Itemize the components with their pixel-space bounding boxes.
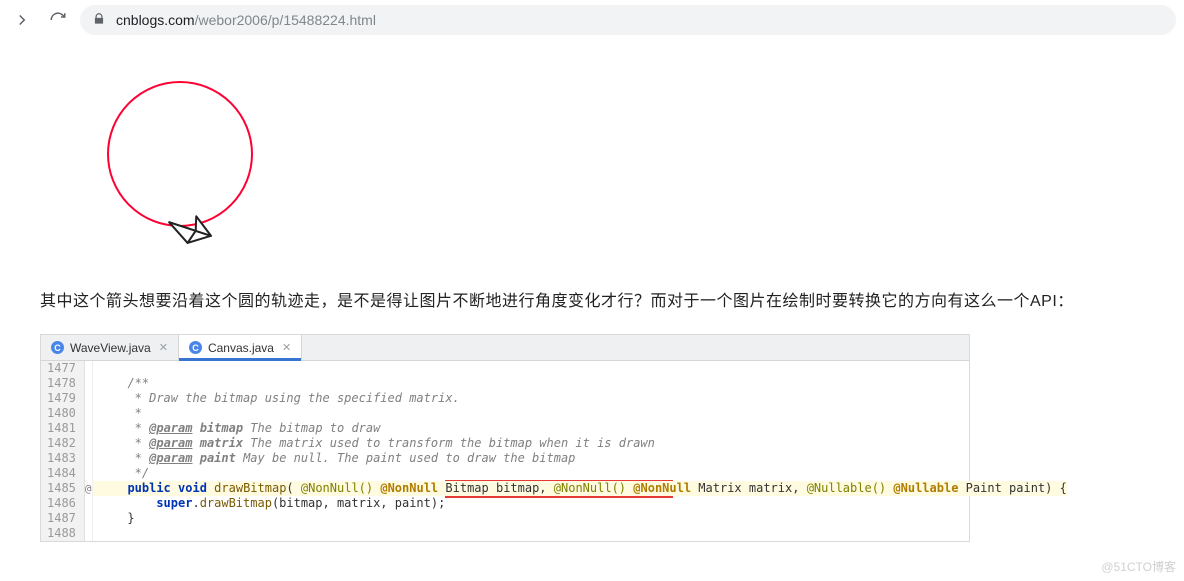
- forward-button[interactable]: [8, 6, 36, 34]
- url-path: /webor2006/p/15488224.html: [195, 12, 376, 28]
- close-icon[interactable]: ✕: [159, 341, 168, 354]
- watermark: @51CTO博客: [1101, 558, 1176, 575]
- tab-waveview[interactable]: C WaveView.java ✕: [41, 335, 179, 360]
- code-line: super.drawBitmap(bitmap, matrix, paint);: [93, 496, 1067, 511]
- address-bar[interactable]: cnblogs.com/webor2006/p/15488224.html: [80, 5, 1176, 35]
- ide-panel: C WaveView.java ✕ C Canvas.java ✕ 147714…: [40, 334, 970, 542]
- code-line: */: [93, 466, 1067, 481]
- code-line: /**: [93, 376, 1067, 391]
- code-area: 1477147814791480148114821483148414851486…: [41, 361, 969, 541]
- code-line: }: [93, 511, 1067, 526]
- java-class-icon: C: [189, 341, 202, 354]
- tab-label: Canvas.java: [208, 341, 274, 355]
- close-icon[interactable]: ✕: [282, 341, 291, 354]
- tab-canvas[interactable]: C Canvas.java ✕: [179, 335, 302, 360]
- ide-tabbar: C WaveView.java ✕ C Canvas.java ✕: [41, 335, 969, 361]
- browser-toolbar: cnblogs.com/webor2006/p/15488224.html: [0, 0, 1184, 40]
- code-line: public void drawBitmap( @NonNull() @NonN…: [93, 481, 1067, 496]
- lock-icon: [92, 12, 106, 29]
- java-class-icon: C: [51, 341, 64, 354]
- tab-label: WaveView.java: [70, 341, 151, 355]
- code-line: * Draw the bitmap using the specified ma…: [93, 391, 1067, 406]
- page-content: 其中这个箭头想要沿着这个圆的轨迹走，是不是得让图片不断地进行角度变化才行？而对于…: [0, 54, 1184, 542]
- url-text: cnblogs.com/webor2006/p/15488224.html: [116, 12, 376, 28]
- code-line: * @param paint May be null. The paint us…: [93, 451, 1067, 466]
- code-lines[interactable]: /** * Draw the bitmap using the specifie…: [93, 361, 1067, 541]
- code-line: *: [93, 406, 1067, 421]
- code-line: * @param matrix The matrix used to trans…: [93, 436, 1067, 451]
- code-line: [93, 526, 1067, 541]
- circle-arrow-figure: [40, 54, 290, 264]
- line-gutter: 1477147814791480148114821483148414851486…: [41, 361, 85, 541]
- url-host: cnblogs.com: [116, 12, 195, 28]
- code-line: [93, 361, 1067, 376]
- reload-button[interactable]: [44, 6, 72, 34]
- code-line: * @param bitmap The bitmap to draw: [93, 421, 1067, 436]
- margin-column: @: [85, 361, 93, 541]
- article-paragraph: 其中这个箭头想要沿着这个圆的轨迹走，是不是得让图片不断地进行角度变化才行？而对于…: [40, 286, 1144, 318]
